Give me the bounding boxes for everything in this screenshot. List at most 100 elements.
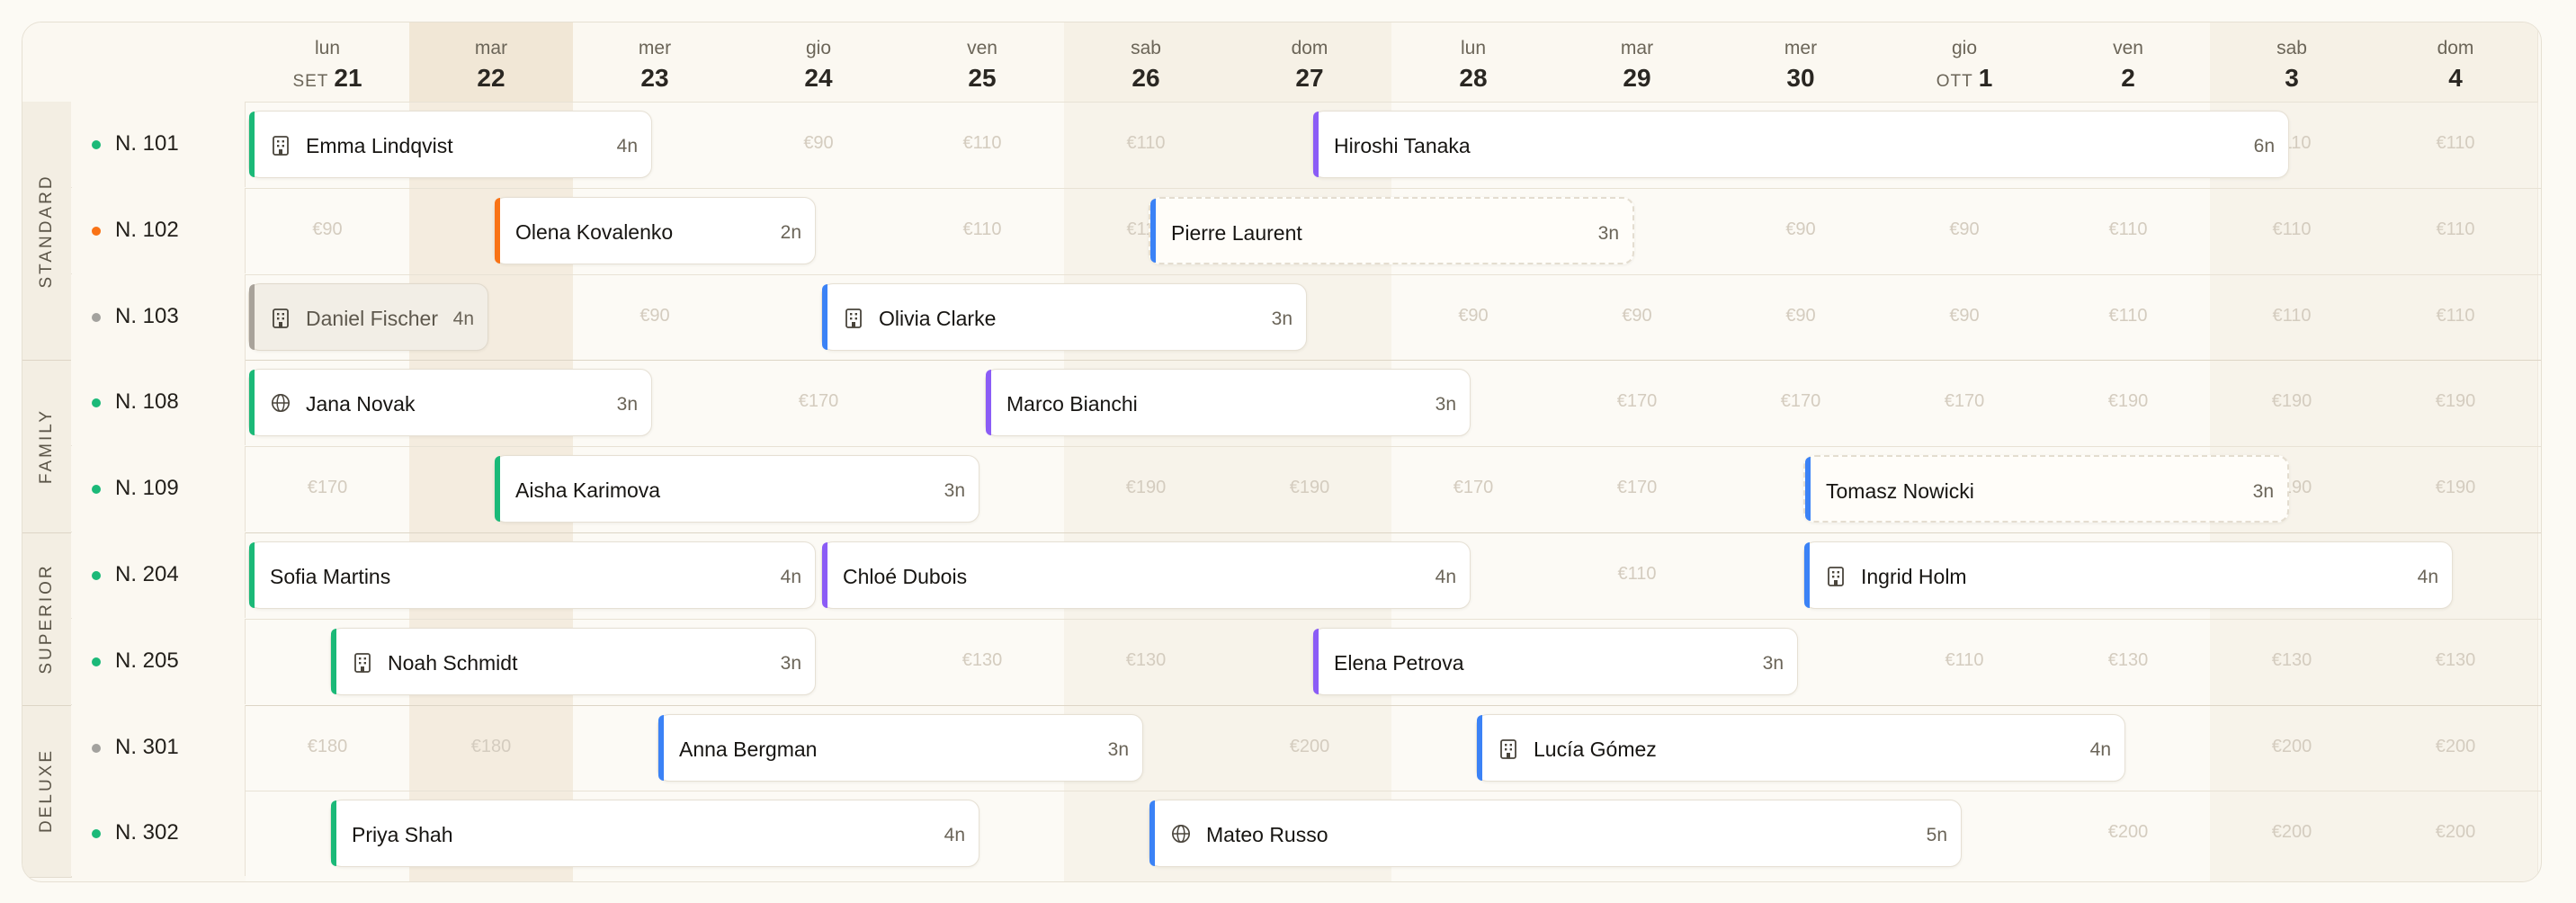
booking-block[interactable]: Elena Petrova 3n — [1312, 627, 1798, 695]
room-status-dot — [92, 571, 101, 580]
booking-block[interactable]: Marco Bianchi 3n — [985, 369, 1471, 437]
month-label: SET — [292, 72, 329, 91]
booking-block[interactable]: Jana Novak 3n — [248, 369, 652, 437]
booking-block[interactable]: Chloé Dubois 4n — [821, 541, 1471, 609]
day-name: mer — [1784, 38, 1818, 58]
day-name: mar — [1620, 38, 1654, 58]
room-label[interactable]: N. 101 — [71, 102, 246, 187]
day-header[interactable]: mer 23 — [573, 22, 738, 103]
room-label[interactable]: N. 109 — [71, 446, 246, 532]
booking-status-bar — [495, 197, 500, 264]
booking-block[interactable]: Priya Shah 4n — [330, 800, 979, 868]
room-name: N. 101 — [115, 131, 179, 156]
nightly-price: €170 — [1944, 391, 1985, 412]
day-header[interactable]: gio OTT 1 — [1883, 22, 2047, 103]
nightly-price: €90 — [1622, 305, 1652, 326]
day-date-line: OTT 1 — [1883, 64, 2046, 93]
day-number: 27 — [1295, 64, 1324, 92]
room-label[interactable]: N. 103 — [71, 273, 246, 360]
day-header[interactable]: lun SET 21 — [246, 22, 410, 103]
day-header[interactable]: sab 3 — [2210, 22, 2375, 103]
room-label[interactable]: N. 102 — [71, 187, 246, 273]
day-header[interactable]: gio 24 — [737, 22, 901, 103]
group-divider — [22, 360, 2541, 362]
nightly-price: €110 — [2108, 219, 2148, 239]
nightly-price: €130 — [1125, 649, 1167, 670]
booking-block[interactable]: Olivia Clarke 3n — [821, 282, 1307, 351]
booking-block[interactable]: Ingrid Holm 4n — [1803, 541, 2453, 609]
booking-block[interactable]: Noah Schmidt 3n — [330, 627, 816, 695]
row-divider — [71, 273, 2541, 275]
building-icon — [1498, 738, 1518, 760]
day-date-line: 4 — [2374, 64, 2537, 93]
booking-block[interactable]: Pierre Laurent 3n — [1149, 196, 1634, 264]
day-header[interactable]: lun 28 — [1391, 22, 1556, 103]
guest-name: Tomasz Nowicki — [1826, 479, 1974, 504]
room-group-label: FAMILY — [22, 360, 72, 533]
nightly-price: €130 — [2271, 649, 2312, 670]
booking-block[interactable]: Hiroshi Tanaka 6n — [1312, 111, 2289, 178]
booking-status-bar — [1150, 198, 1156, 263]
day-name: ven — [2113, 38, 2143, 58]
building-icon — [271, 308, 291, 329]
day-header[interactable]: sab 26 — [1064, 22, 1229, 103]
nightly-price: €130 — [2435, 649, 2476, 670]
room-label[interactable]: N. 108 — [71, 360, 246, 446]
nights-count: 4n — [1435, 567, 1456, 587]
day-number: 1 — [1978, 64, 1993, 92]
booking-status-bar — [331, 628, 336, 694]
booking-status-bar — [1804, 542, 1810, 608]
room-label[interactable]: N. 301 — [71, 704, 246, 791]
nights-count: 3n — [616, 394, 638, 416]
room-name: N. 301 — [115, 734, 179, 759]
room-label[interactable]: N. 302 — [71, 791, 246, 877]
day-header[interactable]: ven 2 — [2046, 22, 2211, 103]
building-icon — [844, 308, 863, 329]
day-number: 22 — [477, 64, 505, 92]
nights-count: 4n — [780, 567, 801, 587]
globe-icon — [1171, 824, 1191, 845]
room-label[interactable]: N. 205 — [71, 618, 246, 704]
room-label[interactable]: N. 204 — [71, 532, 246, 618]
room-group-label: DELUXE — [22, 704, 72, 879]
nightly-price: €110 — [2108, 305, 2148, 326]
booking-block[interactable]: Olena Kovalenko 2n — [494, 196, 816, 264]
day-name: lun — [314, 38, 341, 58]
booking-status-bar — [249, 283, 255, 350]
day-number: 23 — [640, 64, 669, 92]
day-number: 28 — [1459, 64, 1488, 92]
room-status-dot — [92, 485, 101, 495]
booking-status-bar — [822, 542, 827, 608]
nightly-price: €90 — [1785, 219, 1816, 239]
nightly-price: €190 — [2271, 391, 2312, 412]
day-name: lun — [1460, 38, 1487, 58]
booking-block[interactable]: Emma Lindqvist 4n — [248, 111, 652, 178]
booking-block[interactable]: Anna Bergman 3n — [657, 713, 1143, 782]
booking-block[interactable]: Tomasz Nowicki 3n — [1803, 455, 2289, 523]
nightly-price: €170 — [1453, 478, 1494, 498]
building-icon — [271, 135, 291, 156]
nights-count: 3n — [1435, 394, 1456, 416]
day-header[interactable]: mar 29 — [1555, 22, 1720, 103]
row-divider — [71, 187, 2541, 189]
row-divider — [71, 446, 2541, 448]
day-date-line: 27 — [1228, 64, 1391, 93]
day-date-line: 25 — [900, 64, 1064, 93]
booking-block[interactable]: Lucía Gómez 4n — [1476, 713, 2125, 782]
nights-count: 4n — [616, 136, 638, 156]
booking-block[interactable]: Sofia Martins 4n — [248, 541, 816, 609]
booking-block[interactable]: Daniel Fischer 4n — [248, 282, 488, 351]
nightly-price: €190 — [2435, 391, 2476, 412]
booking-block[interactable]: Mateo Russo 5n — [1149, 800, 1962, 868]
day-header[interactable]: dom 4 — [2374, 22, 2538, 103]
room-name: N. 109 — [115, 476, 179, 501]
day-header[interactable]: ven 25 — [900, 22, 1065, 103]
day-header[interactable]: mar 22 — [409, 22, 574, 103]
nights-count: 3n — [780, 652, 801, 674]
day-header[interactable]: dom 27 — [1228, 22, 1392, 103]
booking-block[interactable]: Aisha Karimova 3n — [494, 455, 979, 523]
room-status-dot — [92, 312, 101, 322]
day-header[interactable]: mer 30 — [1719, 22, 1883, 103]
guest-name: Lucía Gómez — [1534, 737, 1657, 761]
nightly-price: €200 — [2435, 822, 2476, 843]
